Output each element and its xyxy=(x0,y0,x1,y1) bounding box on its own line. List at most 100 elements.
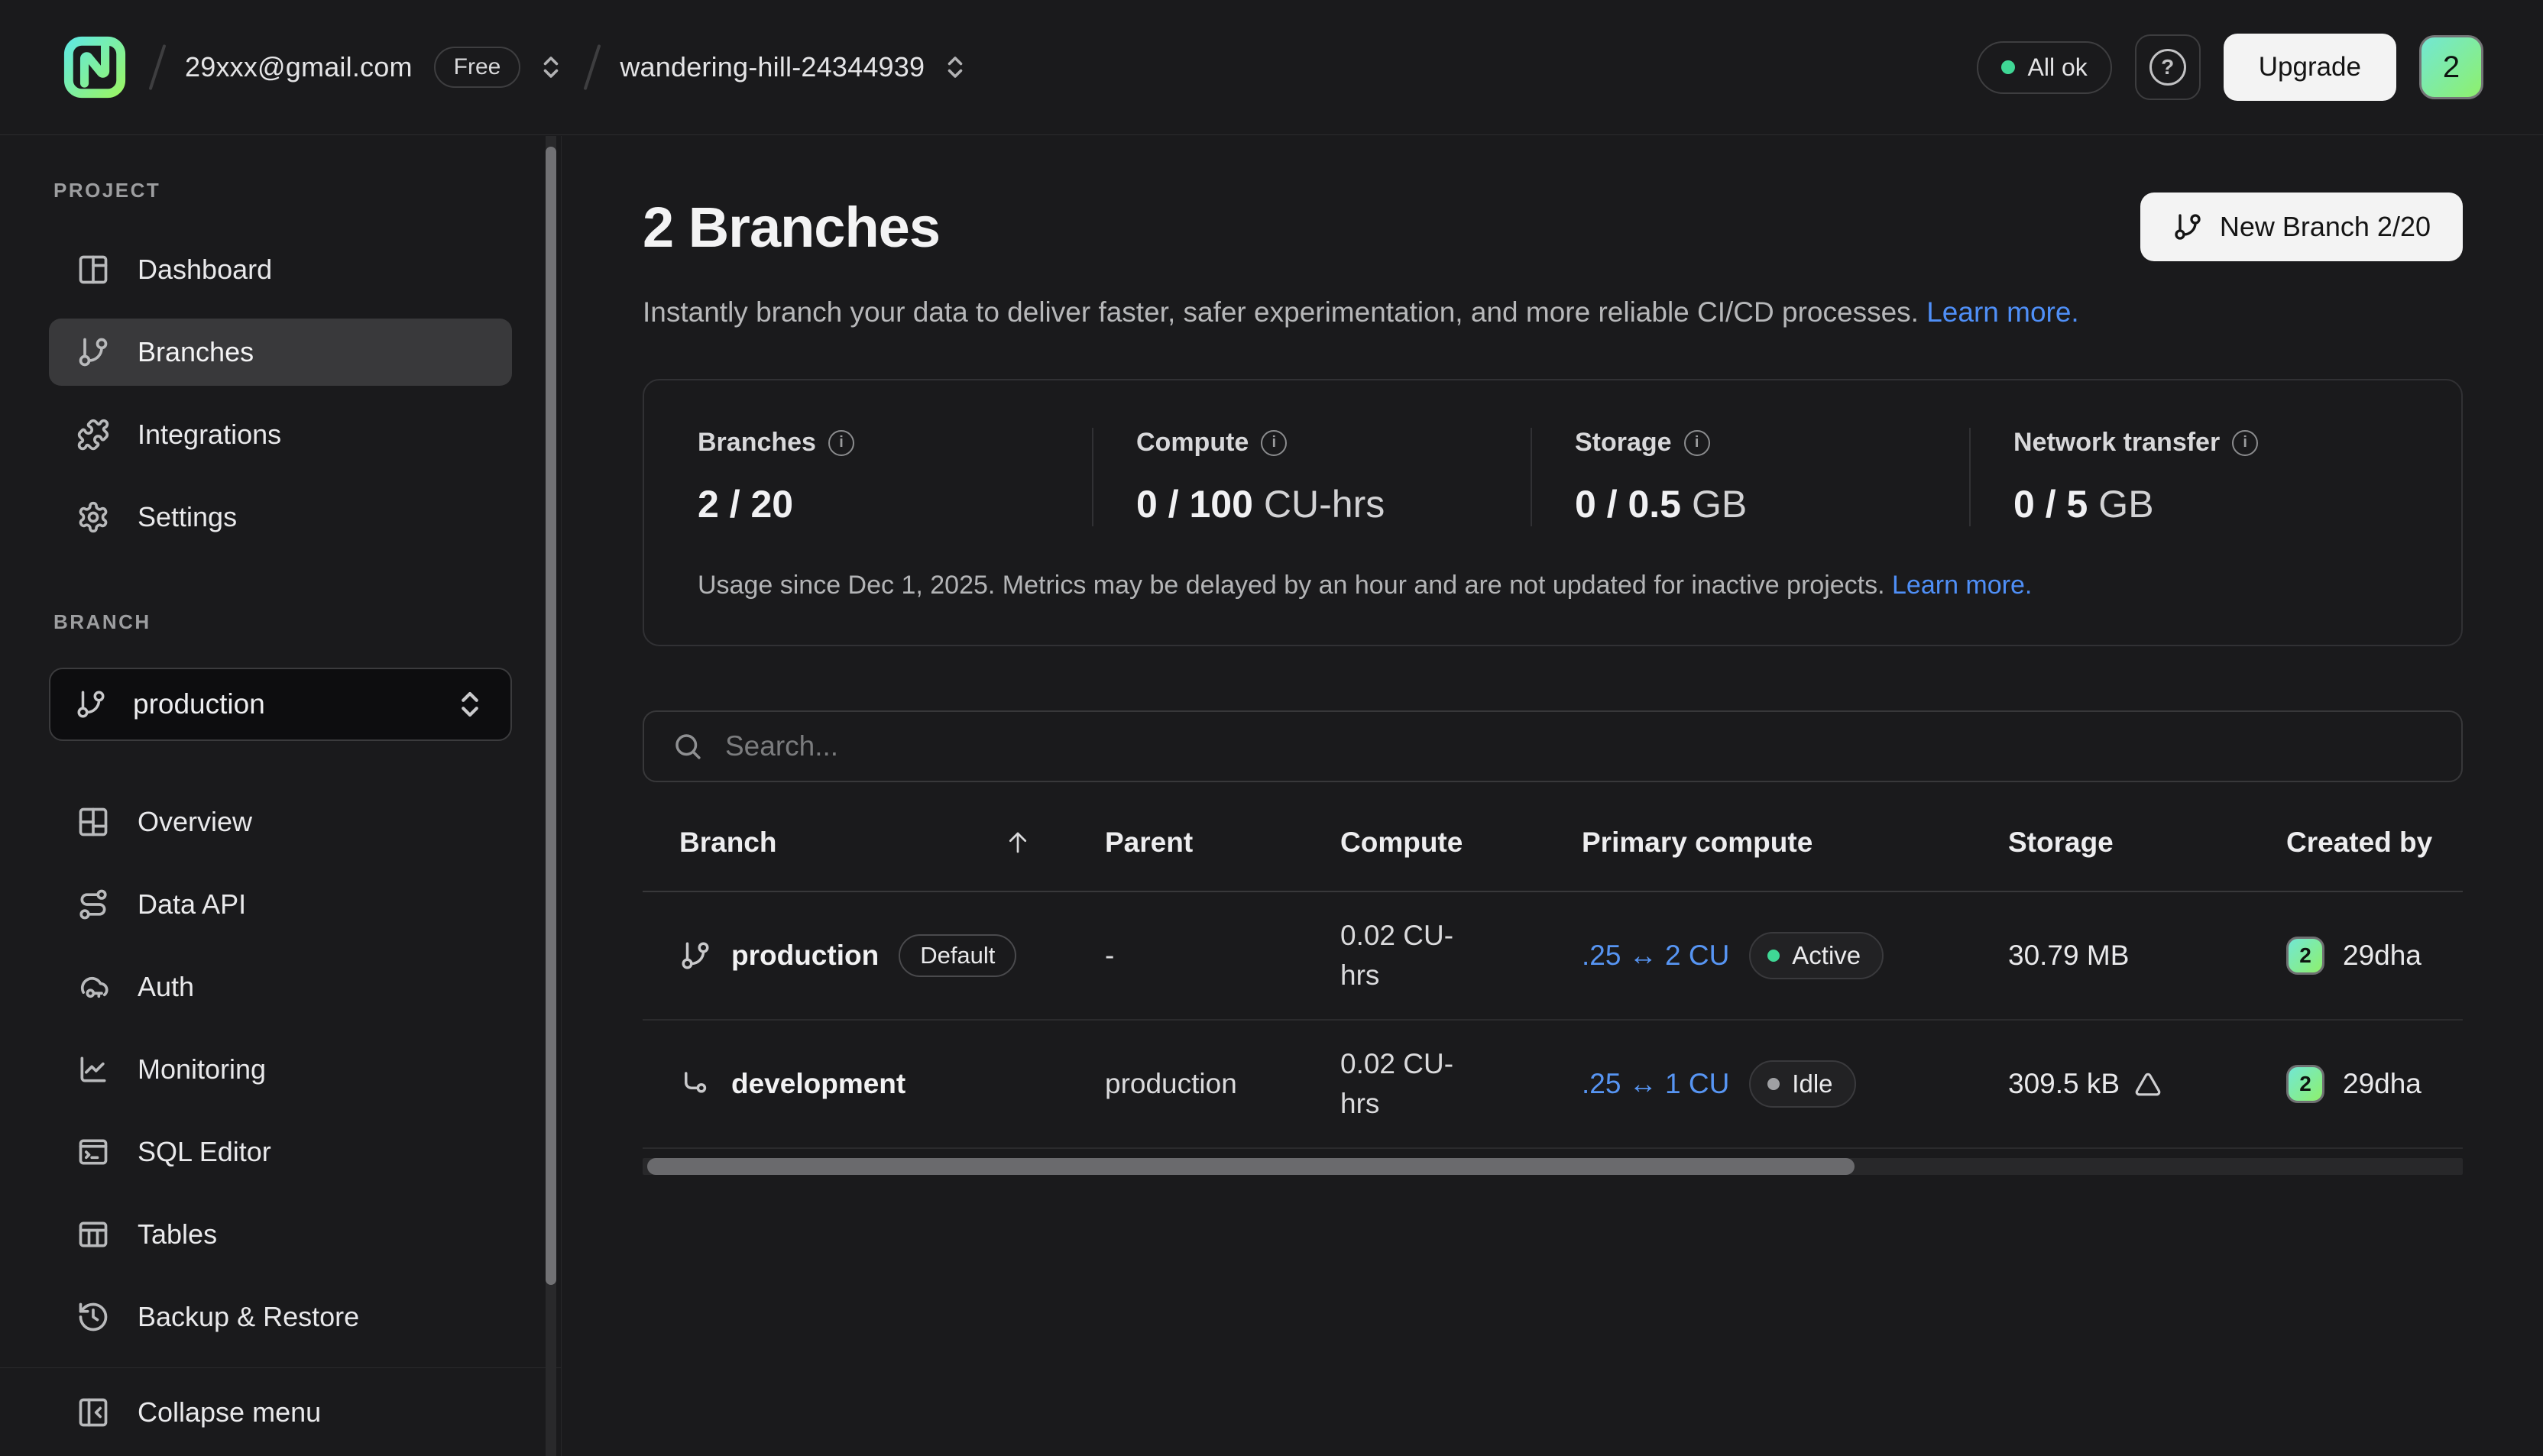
stat-value: 2 / 20 xyxy=(698,482,1092,526)
header-parent[interactable]: Parent xyxy=(1105,827,1340,859)
stat-number: 0 / 5 xyxy=(2013,483,2088,526)
usage-learn-more-link[interactable]: Learn more. xyxy=(1892,571,2032,600)
intro-learn-more-link[interactable]: Learn more. xyxy=(1926,296,2079,328)
compute-status-badge: Idle xyxy=(1749,1060,1855,1108)
stat-unit: GB xyxy=(2098,483,2153,526)
sidebar-item-overview[interactable]: Overview xyxy=(49,788,512,856)
header-branch[interactable]: Branch xyxy=(679,827,1105,859)
table-row-development[interactable]: development production 0.02 CU-hrs .25 ↔… xyxy=(643,1021,2463,1149)
new-branch-label: New Branch 2/20 xyxy=(2220,211,2431,243)
chevrons-up-down-icon[interactable] xyxy=(941,53,969,81)
sidebar-item-auth[interactable]: Auth xyxy=(49,953,512,1021)
sidebar-scrollbar-thumb[interactable] xyxy=(546,147,556,1285)
branches-table: Branch Parent Compute Primary compute St… xyxy=(643,827,2463,1175)
usage-card: Branches i 2 / 20 Compute i 0 / 100CU-hr… xyxy=(643,379,2463,646)
notification-count-badge[interactable]: 2 xyxy=(2419,35,2483,99)
sidebar-item-label: Backup & Restore xyxy=(138,1301,359,1333)
compute-value: 0.02 CU-hrs xyxy=(1340,916,1485,995)
stat-compute: Compute i 0 / 100CU-hrs xyxy=(1092,428,1531,526)
project-section-label: PROJECT xyxy=(49,179,512,202)
header-primary-compute[interactable]: Primary compute xyxy=(1582,827,2008,859)
branch-name[interactable]: development xyxy=(731,1068,905,1100)
org-selector[interactable]: 29xxx@gmail.com Free xyxy=(185,47,565,88)
sidebar-item-integrations[interactable]: Integrations xyxy=(49,401,512,468)
cell-primary-compute: .25 ↔ 1 CU Idle xyxy=(1582,1060,2008,1108)
search-box[interactable] xyxy=(643,710,2463,782)
topbar-right: All ok ? Upgrade 2 xyxy=(1977,34,2483,101)
sidebar-item-sql-editor[interactable]: SQL Editor xyxy=(49,1118,512,1186)
sidebar-item-monitoring[interactable]: Monitoring xyxy=(49,1036,512,1103)
plan-badge: Free xyxy=(434,47,521,88)
help-button[interactable]: ? xyxy=(2135,34,2201,100)
terminal-icon xyxy=(76,1135,110,1169)
branch-name[interactable]: production xyxy=(731,940,879,972)
search-icon xyxy=(672,730,704,762)
chevrons-up-down-icon[interactable] xyxy=(537,53,565,81)
status-text: Active xyxy=(1792,941,1861,970)
stat-unit: CU-hrs xyxy=(1264,483,1385,526)
stat-number: 2 / 20 xyxy=(698,483,793,526)
sidebar-item-dashboard[interactable]: Dashboard xyxy=(49,236,512,303)
sidebar-item-data-api[interactable]: Data API xyxy=(49,871,512,938)
info-icon[interactable]: i xyxy=(1684,430,1710,456)
sidebar-item-label: Tables xyxy=(138,1218,217,1251)
collapse-menu-button[interactable]: Collapse menu xyxy=(49,1379,512,1446)
usage-note-text: Usage since Dec 1, 2025. Metrics may be … xyxy=(698,571,1885,600)
compute-size-link[interactable]: .25 ↔ 2 CU xyxy=(1582,940,1729,972)
project-selector[interactable]: wandering-hill-24344939 xyxy=(620,51,969,83)
info-icon[interactable]: i xyxy=(2232,430,2258,456)
avatar: 2 xyxy=(2286,1065,2324,1103)
cell-primary-compute: .25 ↔ 2 CU Active xyxy=(1582,932,2008,979)
panel-collapse-icon xyxy=(76,1396,110,1429)
stat-value: 0 / 0.5GB xyxy=(1575,482,1969,526)
new-branch-button[interactable]: New Branch 2/20 xyxy=(2140,193,2463,261)
neon-logo-icon[interactable] xyxy=(60,32,130,102)
sidebar-item-label: Integrations xyxy=(138,419,281,451)
info-icon[interactable]: i xyxy=(1261,430,1287,456)
sort-ascending-icon[interactable] xyxy=(1004,829,1032,856)
table-horizontal-scrollbar-track[interactable] xyxy=(643,1158,2463,1175)
sidebar-item-label: Data API xyxy=(138,888,246,921)
question-icon: ? xyxy=(2149,49,2186,86)
usage-note: Usage since Dec 1, 2025. Metrics may be … xyxy=(698,571,2408,600)
table-header-row: Branch Parent Compute Primary compute St… xyxy=(643,827,2463,892)
sidebar-item-settings[interactable]: Settings xyxy=(49,484,512,551)
breadcrumb-slash-icon xyxy=(149,44,167,90)
table-horizontal-scrollbar-thumb[interactable] xyxy=(647,1158,1855,1175)
cell-parent: production xyxy=(1105,1068,1340,1100)
git-branch-icon xyxy=(76,335,110,369)
created-by-name: 29dha xyxy=(2343,1068,2422,1100)
search-input[interactable] xyxy=(725,730,2434,762)
git-branch-icon xyxy=(679,940,711,972)
delta-triangle-icon xyxy=(2133,1069,2162,1098)
stat-label: Compute xyxy=(1136,428,1249,458)
header-created-by[interactable]: Created by xyxy=(2286,827,2515,859)
stat-number: 0 / 0.5 xyxy=(1575,483,1681,526)
table-row-production[interactable]: production Default - 0.02 CU-hrs .25 ↔ 2… xyxy=(643,892,2463,1021)
cell-branch: development xyxy=(679,1068,1105,1100)
branch-section-label: BRANCH xyxy=(49,610,512,634)
header-compute[interactable]: Compute xyxy=(1340,827,1582,859)
git-branch-icon xyxy=(75,688,107,720)
system-status-pill[interactable]: All ok xyxy=(1977,41,2111,94)
puzzle-icon xyxy=(76,418,110,451)
project-name: wandering-hill-24344939 xyxy=(620,51,925,83)
branch-selector-dropdown[interactable]: production xyxy=(49,668,512,741)
sidebar-item-branches[interactable]: Branches xyxy=(49,319,512,386)
header-branch-label: Branch xyxy=(679,827,776,859)
cell-compute: 0.02 CU-hrs xyxy=(1340,1044,1582,1124)
sidebar-item-label: Settings xyxy=(138,501,237,533)
page-title: 2 Branches xyxy=(643,195,940,260)
stat-label: Branches xyxy=(698,428,816,458)
storage-value: 309.5 kB xyxy=(2008,1068,2120,1100)
stat-value: 0 / 5GB xyxy=(2013,482,2408,526)
header-storage[interactable]: Storage xyxy=(2008,827,2286,859)
upgrade-button[interactable]: Upgrade xyxy=(2224,34,2396,101)
sidebar-item-tables[interactable]: Tables xyxy=(49,1201,512,1268)
cloud-key-icon xyxy=(76,970,110,1004)
compute-size-link[interactable]: .25 ↔ 1 CU xyxy=(1582,1068,1729,1100)
idle-dot-icon xyxy=(1767,1078,1780,1090)
sidebar-item-backup-restore[interactable]: Backup & Restore xyxy=(49,1283,512,1351)
account-email: 29xxx@gmail.com xyxy=(185,51,413,83)
info-icon[interactable]: i xyxy=(828,430,854,456)
